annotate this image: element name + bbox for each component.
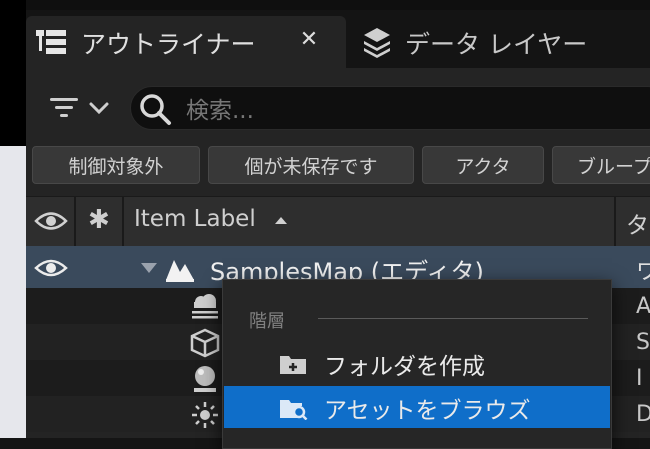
cube-icon <box>190 328 220 358</box>
sort-ascending-icon[interactable] <box>274 215 288 225</box>
filter-icon[interactable] <box>48 95 80 121</box>
outliner-icon <box>36 30 66 54</box>
column-divider[interactable] <box>122 196 124 246</box>
new-folder-icon <box>280 356 306 374</box>
sun-light-icon <box>192 402 218 428</box>
tab-data-layers[interactable]: データ レイヤー <box>350 16 650 68</box>
sphere-reflection-icon <box>194 366 216 392</box>
browse-folder-icon <box>280 400 308 420</box>
search-icon <box>140 94 171 125</box>
filter-chip-actor[interactable]: アクタ <box>422 146 544 184</box>
expand-arrow-icon[interactable] <box>140 262 158 274</box>
top-bar <box>26 0 650 10</box>
item-label-column-header[interactable]: Item Label <box>134 206 256 232</box>
menu-item-label: アセットをブラウズ <box>324 398 531 424</box>
viewport-edge-light <box>0 146 26 438</box>
menu-item-browse-asset[interactable]: アセットをブラウズ <box>224 386 610 428</box>
pinned-column-icon[interactable]: ✱ <box>88 205 110 235</box>
filter-chip-uncontrolled[interactable]: 制御対象外 <box>32 146 200 184</box>
tree-row-type: S <box>636 330 650 355</box>
tab-outliner-label: アウトライナー <box>81 30 256 59</box>
filter-chip-blueprint[interactable]: ブループ <box>552 146 650 184</box>
tree-row-type: D <box>636 402 650 427</box>
layers-icon <box>364 28 390 58</box>
tree-row-type: I <box>636 366 643 391</box>
chevron-down-icon[interactable] <box>88 98 110 118</box>
search-placeholder: 検索... <box>186 98 254 124</box>
menu-item-create-folder[interactable]: フォルダを作成 <box>224 342 610 384</box>
viewport-edge <box>0 0 26 146</box>
menu-section-label: 階層 <box>249 311 285 332</box>
column-header <box>26 196 650 246</box>
visibility-column-icon[interactable] <box>34 208 68 234</box>
tab-data-layers-label: データ レイヤー <box>405 30 588 59</box>
tree-row-type: ワ <box>636 260 650 285</box>
visibility-toggle-icon[interactable] <box>34 256 68 280</box>
column-divider[interactable] <box>74 196 76 246</box>
close-icon[interactable]: ✕ <box>298 29 320 51</box>
menu-divider <box>318 318 588 319</box>
map-icon <box>166 260 194 282</box>
menu-item-label: フォルダを作成 <box>324 354 485 380</box>
tree-row-type: A <box>636 294 650 319</box>
sky-atmosphere-icon <box>192 294 218 319</box>
column-divider[interactable] <box>614 196 616 246</box>
filter-chip-unsaved[interactable]: 個が未保存です <box>208 146 414 184</box>
type-column-header[interactable]: タ <box>626 206 649 240</box>
